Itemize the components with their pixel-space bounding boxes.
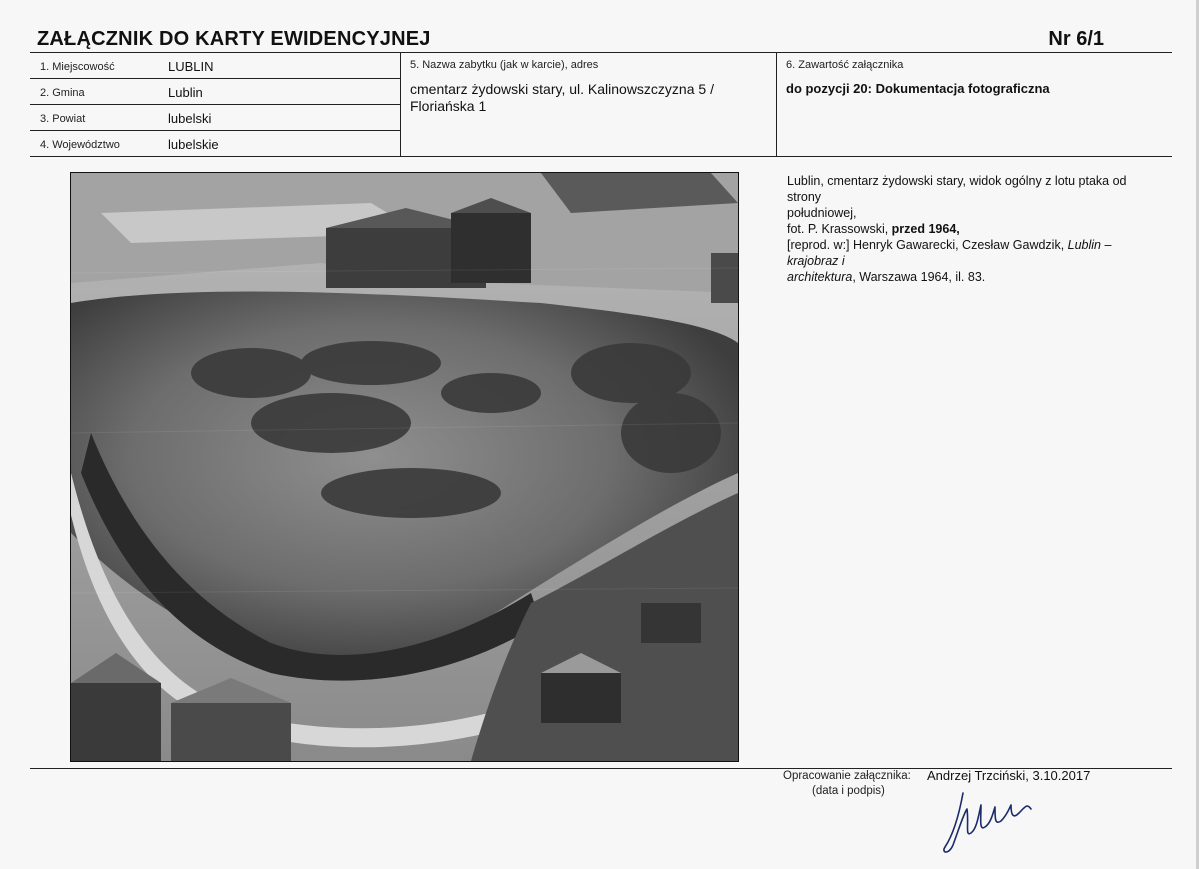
description-source-cont: architektura, Warszawa 1964, il. 83. bbox=[787, 269, 1157, 285]
row-divider bbox=[30, 130, 400, 131]
field-value-nazwa-line2: Floriańska 1 bbox=[410, 98, 487, 114]
document-title: ZAŁĄCZNIK DO KARTY EWIDENCYJNEJ bbox=[37, 28, 431, 50]
field-label-powiat: 3. Powiat bbox=[40, 113, 86, 125]
source-title-part2: architektura bbox=[787, 270, 853, 284]
field-label-zawartosc: 6. Zawartość załącznika bbox=[786, 59, 904, 71]
header-rule bbox=[30, 52, 1172, 53]
row-divider bbox=[30, 78, 400, 79]
column-divider bbox=[776, 52, 777, 156]
field-label-miejscowosc: 1. Miejscowość bbox=[40, 61, 115, 73]
field-label-gmina: 2. Gmina bbox=[40, 87, 85, 99]
photographer-text: fot. P. Krassowski, bbox=[787, 222, 892, 236]
prepared-by-label: Opracowanie załącznika: bbox=[783, 770, 911, 782]
date-signature-label: (data i podpis) bbox=[812, 785, 885, 797]
field-value-gmina: Lublin bbox=[168, 85, 203, 100]
photo-description: Lublin, cmentarz żydowski stary, widok o… bbox=[787, 173, 1157, 285]
description-source: [reprod. w:] Henryk Gawarecki, Czesław G… bbox=[787, 237, 1157, 269]
description-photographer: fot. P. Krassowski, przed 1964, bbox=[787, 221, 1157, 237]
field-value-miejscowosc: LUBLIN bbox=[168, 59, 214, 74]
field-value-nazwa-line1: cmentarz żydowski stary, ul. Kalinowszcz… bbox=[410, 81, 714, 97]
description-line: południowej, bbox=[787, 206, 857, 220]
aerial-photo-image bbox=[71, 173, 738, 761]
description-line: Lublin, cmentarz żydowski stary, widok o… bbox=[787, 174, 1127, 204]
signature bbox=[943, 792, 1032, 853]
source-publication: , Warszawa 1964, il. 83. bbox=[852, 270, 986, 284]
document-sheet: ZAŁĄCZNIK DO KARTY EWIDENCYJNEJ Nr 6/1 1… bbox=[0, 0, 1199, 869]
photo-date: przed 1964, bbox=[891, 222, 960, 236]
source-authors: [reprod. w:] Henryk Gawarecki, Czesław G… bbox=[787, 238, 1068, 252]
prepared-by-value: Andrzej Trzciński, 3.10.2017 bbox=[927, 768, 1091, 783]
field-value-powiat: lubelski bbox=[168, 111, 212, 126]
column-divider bbox=[400, 52, 401, 156]
attachment-number: Nr 6/1 bbox=[1048, 28, 1104, 50]
field-label-nazwa: 5. Nazwa zabytku (jak w karcie), adres bbox=[410, 59, 599, 71]
table-bottom-rule bbox=[30, 156, 1172, 157]
field-value-wojewodztwo: lubelskie bbox=[168, 137, 219, 152]
field-value-zawartosc: do pozycji 20: Dokumentacja fotograficzn… bbox=[786, 81, 1050, 96]
aerial-photo bbox=[70, 172, 739, 762]
field-label-wojewodztwo: 4. Województwo bbox=[40, 139, 120, 151]
row-divider bbox=[30, 104, 400, 105]
